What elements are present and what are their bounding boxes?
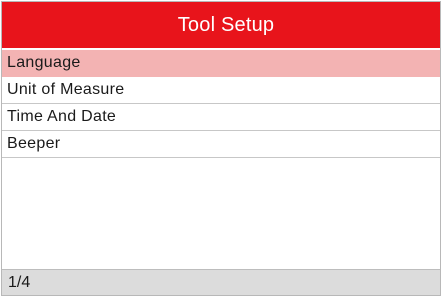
title-bar: Tool Setup [2,2,440,48]
menu-item-label: Time And Date [7,108,117,125]
menu-item-unit-of-measure[interactable]: Unit of Measure [2,77,440,104]
page-title: Tool Setup [177,13,275,36]
menu-item-label: Language [7,54,81,71]
status-bar: 1/4 [2,269,440,295]
tool-setup-screen: Tool Setup Language Unit of Measure Time… [1,1,441,296]
menu-item-label: Unit of Measure [7,81,125,98]
menu-item-language[interactable]: Language [2,50,440,77]
page-indicator: 1/4 [8,273,31,291]
setup-menu: Language Unit of Measure Time And Date B… [2,50,440,158]
menu-item-beeper[interactable]: Beeper [2,131,440,158]
menu-item-label: Beeper [7,135,61,152]
menu-item-time-and-date[interactable]: Time And Date [2,104,440,131]
